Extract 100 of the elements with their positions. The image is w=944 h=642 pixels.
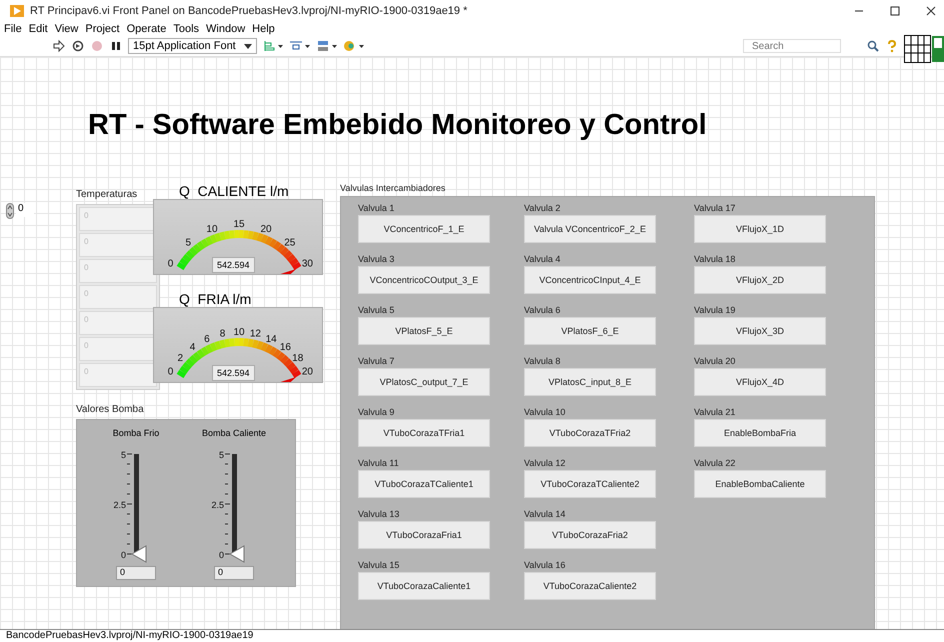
valve-button[interactable]: VTuboCorazaCaliente2	[524, 572, 656, 600]
index-spinner-icon[interactable]	[6, 203, 14, 219]
valve-label: Valvula 9	[358, 406, 396, 419]
array-label: Temperaturas	[76, 189, 138, 200]
valve-label: Valvula 7	[358, 355, 396, 368]
connector-pane-icon[interactable]	[904, 35, 944, 63]
valve-label: Valvula 16	[524, 559, 566, 572]
tick-label: 6	[204, 334, 210, 345]
search-field[interactable]: Search	[743, 39, 841, 53]
panel-title: RT - Software Embebido Monitoreo y Control	[88, 108, 708, 143]
tick-label: 4	[190, 342, 196, 354]
valve-button[interactable]: VTuboCorazaTFria1	[358, 419, 490, 447]
tick-label: 16	[280, 342, 291, 354]
resize-icon[interactable]	[316, 39, 338, 53]
valve-button[interactable]: VTuboCorazaCaliente1	[358, 572, 490, 600]
slider-value[interactable]: 0	[214, 566, 254, 580]
tick-label: 14	[266, 334, 277, 345]
tick-label: 8	[220, 328, 226, 340]
run-continuously-icon[interactable]	[71, 39, 85, 53]
array-index[interactable]: 0	[16, 203, 34, 217]
valve-button[interactable]: VTuboCorazaFria2	[524, 521, 656, 549]
valve-label: Valvula 8	[524, 355, 562, 368]
valve-button[interactable]: VTuboCorazaTFria2	[524, 419, 656, 447]
valve-button[interactable]: VPlatosC_input_8_E	[524, 368, 656, 396]
app-icon	[10, 5, 24, 17]
menu-item[interactable]: Tools	[173, 23, 200, 35]
valve-label: Valvula 15	[358, 559, 400, 572]
tick-label: 18	[292, 353, 304, 364]
slider-label: Bomba Frio	[112, 428, 160, 438]
menu-item[interactable]: Project	[85, 23, 120, 35]
valve-label: Valvula 6	[524, 304, 562, 317]
valve-label: Valvula 22	[694, 457, 736, 470]
valve-button[interactable]: EnableBombaCaliente	[694, 470, 826, 498]
reorder-icon[interactable]	[342, 39, 365, 53]
gauge-readout: 542.594	[212, 365, 255, 381]
valve-label: Valvula 21	[694, 406, 736, 419]
tick-label: 20	[260, 224, 272, 235]
valve-label: Valvula 4	[524, 253, 562, 266]
align-icon[interactable]	[262, 39, 284, 53]
scale-label: 2.5	[113, 500, 126, 510]
slider-label: Bomba Caliente	[202, 428, 266, 438]
caret-icon	[244, 44, 252, 48]
scale-label: 2.5	[211, 500, 224, 510]
valve-label: Valvula 11	[358, 457, 400, 470]
valve-button[interactable]: VConcentricoF_1_E	[358, 215, 490, 243]
valve-button[interactable]: VFlujoX_3D	[694, 317, 826, 345]
valve-label: Valvula 10	[524, 406, 566, 419]
tick-label: 2	[178, 353, 184, 364]
valve-button[interactable]: VFlujoX_1D	[694, 215, 826, 243]
valve-button[interactable]: VFlujoX_4D	[694, 368, 826, 396]
valve-button[interactable]: VConcentricoCOutput_3_E	[358, 266, 490, 294]
scale-label: 5	[120, 450, 126, 460]
tick-label: 10	[206, 224, 218, 235]
scale-label: 5	[218, 450, 224, 460]
menu-item[interactable]: Window	[206, 23, 246, 35]
valve-label: Valvula 1	[358, 202, 396, 215]
menu-item[interactable]: File	[4, 23, 22, 35]
pause-icon[interactable]	[109, 39, 123, 53]
valve-button[interactable]: VTuboCorazaFria1	[358, 521, 490, 549]
menu-item[interactable]: Operate	[126, 23, 166, 35]
valve-label: Valvula 2	[524, 202, 562, 215]
slider-value[interactable]: 0	[116, 566, 156, 580]
menu-item[interactable]: View	[54, 23, 78, 35]
cluster-label: Valvulas Intercambiadores	[340, 183, 446, 193]
menu-item[interactable]: Help	[252, 23, 275, 35]
maximize-icon[interactable]	[890, 6, 900, 16]
valve-label: Valvula 17	[694, 202, 736, 215]
valve-button[interactable]: VTuboCorazaTCaliente1	[358, 470, 490, 498]
valve-button[interactable]: VPlatosF_5_E	[358, 317, 490, 345]
gauge-label: Q FRIA l/m	[179, 291, 252, 307]
gauge-readout: 542.594	[212, 257, 255, 273]
gauge-label: Q CALIENTE l/m	[179, 183, 290, 199]
font-dropdown[interactable]: 15pt Application Font	[128, 38, 257, 54]
valve-button[interactable]: EnableBombaFria	[694, 419, 826, 447]
valve-label: Valvula 3	[358, 253, 396, 266]
window-title: RT Principav6.vi Front Panel on BancodePruebasHev3.lvproj/NI-myRIO-1900-0319ae19 *	[30, 5, 468, 17]
slider-thumb[interactable]	[229, 545, 244, 563]
menu-item[interactable]: Edit	[28, 23, 48, 35]
valve-button[interactable]: Valvula VConcentricoF_2_E	[524, 215, 656, 243]
valve-button[interactable]: VConcentricoCInput_4_E	[524, 266, 656, 294]
valve-button[interactable]: VPlatosF_6_E	[524, 317, 656, 345]
valve-label: Valvula 20	[694, 355, 736, 368]
slider-thumb[interactable]	[131, 545, 146, 563]
valve-label: Valvula 12	[524, 457, 566, 470]
tick-label: 30	[302, 258, 313, 270]
search-icon[interactable]	[866, 39, 880, 53]
cluster-label: Valores Bomba	[76, 404, 145, 415]
valve-label: Valvula 18	[694, 253, 736, 266]
valve-button[interactable]: VTuboCorazaTCaliente2	[524, 470, 656, 498]
scale-label: 0	[120, 550, 126, 560]
tick-label: 25	[284, 237, 296, 248]
scale-label: 0	[218, 550, 224, 560]
close-icon[interactable]	[926, 6, 936, 16]
tick-label: 10	[233, 327, 245, 338]
valve-button[interactable]: VPlatosC_output_7_E	[358, 368, 490, 396]
tick-label: 0	[168, 366, 174, 378]
run-arrow-icon[interactable]	[52, 39, 66, 53]
valve-label: Valvula 13	[358, 508, 400, 521]
valve-button[interactable]: VFlujoX_2D	[694, 266, 826, 294]
tick-label: 20	[302, 366, 313, 378]
